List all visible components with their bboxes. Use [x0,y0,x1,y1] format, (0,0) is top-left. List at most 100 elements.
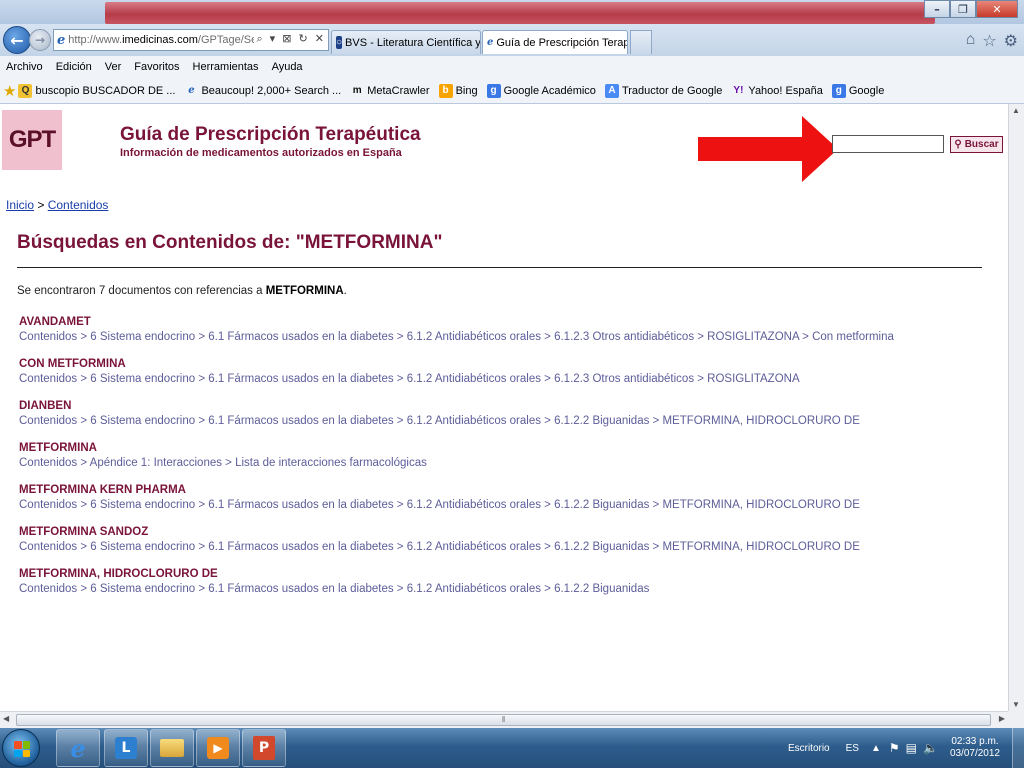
favorite-traductor[interactable]: A Traductor de Google [604,83,722,98]
language-indicator[interactable]: ES [846,743,859,754]
windows-logo-icon [14,741,30,757]
google-icon: g [486,83,501,98]
favorite-beaucoup[interactable]: e Beaucoup! 2,000+ Search ... [184,84,341,98]
tray-overflow-icon[interactable]: ▲ [871,743,881,754]
media-player-icon: ▶ [207,737,229,759]
maximize-button[interactable]: ❐ [950,0,976,18]
result-title-link[interactable]: DIANBEN [19,400,860,412]
result-title-link[interactable]: METFORMINA KERN PHARMA [19,484,860,496]
menu-ver[interactable]: Ver [105,61,122,73]
favorites-bar: ★ Q buscopio BUSCADOR DE ... e Beaucoup!… [0,78,1024,104]
volume-icon[interactable]: 🔈 [923,741,938,755]
gear-icon[interactable]: ⚙ [1004,31,1018,51]
system-tray: Escritorio ES ▲ ⚑ ▤ 🔈 02:33 p.m. 03/07/2… [788,728,1024,768]
forward-arrow-icon: → [34,33,46,47]
results-heading: Búsquedas en Contenidos de: "METFORMINA" [17,232,443,253]
bvs-icon: ○ [336,36,343,49]
result-title-link[interactable]: CON METFORMINA [19,358,800,370]
google-icon: g [831,83,846,98]
tab-bvs[interactable]: ○ BVS - Literatura Científica y Té... [331,30,481,54]
address-bar-tools[interactable]: ⌕ ▾ ⊠ ↻ ✕ [254,32,326,46]
taskbar-lync[interactable]: L [104,729,148,767]
bing-icon: b [438,83,453,98]
favorite-metacrawler[interactable]: m MetaCrawler [350,84,430,98]
lync-icon: L [115,737,137,759]
site-subtitle: Información de medicamentos autorizados … [120,147,402,159]
search-input[interactable] [832,135,944,153]
browser-navigation-row: ← → e http://www.imedicinas.com/GPTage/S… [0,24,1024,56]
back-button[interactable]: ← [3,26,31,54]
search-button[interactable]: ⚲ Buscar [950,136,1003,153]
window-controls: – ❐ ✕ [924,0,1018,18]
breadcrumb-current-link[interactable]: Contenidos [48,198,109,212]
favorite-google[interactable]: g Google [831,83,884,98]
back-arrow-icon: ← [10,30,24,50]
breadcrumb-separator: > [37,198,45,212]
scrollbar-thumb[interactable]: ‖ [16,714,991,726]
favorite-yahoo[interactable]: Y! Yahoo! España [731,84,822,98]
red-arrow-annotation [698,116,838,182]
favorites-star-icon[interactable]: ☆ [982,31,996,51]
buscopio-icon: Q [18,83,33,98]
breadcrumb-home-link[interactable]: Inicio [6,198,34,212]
favorite-google-academico[interactable]: g Google Académico [486,83,596,98]
taskbar-powerpoint[interactable]: P [242,729,286,767]
taskbar-media-player[interactable]: ▶ [196,729,240,767]
result-path: Contenidos > 6 Sistema endocrino > 6.1 F… [19,373,800,385]
tab-gpt[interactable]: e Guía de Prescripción Terapé... ✕ [482,30,628,54]
menu-herramientas[interactable]: Herramientas [193,61,259,73]
result-path: Contenidos > 6 Sistema endocrino > 6.1 F… [19,415,860,427]
taskbar-file-explorer[interactable] [150,729,194,767]
search-button-label: Buscar [964,139,999,150]
result-path: Contenidos > 6 Sistema endocrino > 6.1 F… [19,583,650,595]
scrollbar-corner [1008,711,1024,728]
close-window-button[interactable]: ✕ [976,0,1018,18]
scroll-down-icon[interactable]: ▼ [1012,700,1020,709]
result-title-link[interactable]: METFORMINA, HIDROCLORURO DE [19,568,649,580]
result-title-link[interactable]: METFORMINA SANDOZ [19,526,860,538]
horizontal-scrollbar[interactable]: ◀ ‖ ▶ [0,711,1008,728]
gpt-logo[interactable]: GPT [2,110,62,170]
result-item: DIANBEN Contenidos > 6 Sistema endocrino… [19,400,860,427]
menu-bar: Archivo Edición Ver Favoritos Herramient… [0,56,1024,78]
file-explorer-icon [160,739,184,757]
action-center-flag-icon[interactable]: ⚑ [889,741,900,755]
new-tab-button[interactable] [630,30,652,54]
clock-time: 02:33 p.m. [951,736,999,747]
favorite-bing[interactable]: b Bing [438,83,478,98]
taskbar-internet-explorer[interactable]: e [56,729,100,767]
result-item: METFORMINA, HIDROCLORURO DE Contenidos >… [19,568,649,595]
menu-ayuda[interactable]: Ayuda [272,61,303,73]
show-desktop-button[interactable] [1012,728,1024,768]
favorite-label: MetaCrawler [367,84,430,97]
search-icon: ⚲ [954,139,962,150]
favorite-buscopio[interactable]: Q buscopio BUSCADOR DE ... [18,83,175,98]
result-title-link[interactable]: METFORMINA [19,442,427,454]
translate-icon: A [604,83,619,98]
divider [17,267,982,268]
menu-archivo[interactable]: Archivo [6,61,43,73]
forward-button[interactable]: → [29,29,51,51]
favorite-label: Beaucoup! 2,000+ Search ... [201,84,342,97]
minimize-button[interactable]: – [924,0,950,18]
start-button[interactable] [2,729,40,767]
network-icon[interactable]: ▤ [906,741,917,755]
favorites-star-icon[interactable]: ★ [3,82,16,100]
ie-page-icon: e [57,32,66,48]
vertical-scrollbar[interactable]: ▲ ▼ [1008,104,1024,711]
scroll-up-icon[interactable]: ▲ [1012,106,1020,115]
scroll-left-icon[interactable]: ◀ [3,714,9,723]
home-icon[interactable]: ⌂ [966,31,976,51]
result-item: AVANDAMET Contenidos > 6 Sistema endocri… [19,316,894,343]
results-count-text: Se encontraron 7 documentos con referenc… [17,285,347,297]
menu-favoritos[interactable]: Favoritos [134,61,179,73]
clock[interactable]: 02:33 p.m. 03/07/2012 [950,736,1000,760]
metacrawler-icon: m [352,85,362,96]
result-title-link[interactable]: AVANDAMET [19,316,894,328]
browser-toolbar-icons: ⌂ ☆ ⚙ [966,31,1018,51]
menu-edicion[interactable]: Edición [56,61,92,73]
address-bar[interactable]: e http://www.imedicinas.com/GPTage/Searc… [53,29,329,51]
clock-date: 03/07/2012 [949,748,1000,759]
scroll-right-icon[interactable]: ▶ [999,714,1005,723]
desktop-toolbar-label[interactable]: Escritorio [788,743,830,754]
